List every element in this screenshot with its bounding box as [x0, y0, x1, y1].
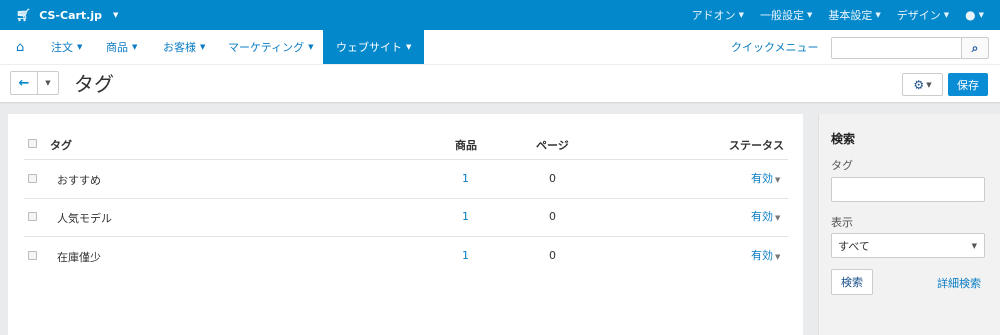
gear-icon: ⚙	[913, 77, 925, 92]
chevron-down-icon: ▼	[738, 11, 744, 19]
nav-customers[interactable]: お客様 ▼	[163, 30, 205, 64]
advanced-search-link[interactable]: 詳細検索	[937, 275, 981, 291]
arrow-left-icon: ←	[18, 75, 30, 91]
row-checkbox[interactable]	[28, 212, 37, 221]
products-count-link[interactable]: 1	[462, 210, 469, 223]
status-dropdown[interactable]: 有効 ▼	[751, 208, 780, 224]
chevron-down-icon: ▼	[775, 176, 781, 184]
chevron-down-icon: ▼	[45, 79, 51, 87]
main-nav: ⌂ 注文 ▼ 商品 ▼ お客様 ▼ マーケティング ▼ ウェブサイト ▼ クイックメニュー…	[0, 30, 1000, 64]
topmenu-addons-label: アドオン	[691, 9, 736, 22]
chevron-down-icon: ▼	[926, 80, 932, 89]
nav-website-label: ウェブサイト	[336, 41, 402, 54]
nav-marketing[interactable]: マーケティング ▼	[228, 30, 314, 64]
topmenu-basic-settings[interactable]: 基本設定 ▼	[828, 7, 880, 23]
settings-dropdown-button[interactable]: ⚙ ▼	[902, 73, 943, 96]
search-button[interactable]: ⌕	[961, 37, 989, 59]
header-status[interactable]: ステータス	[729, 137, 784, 153]
chevron-down-icon: ▼	[875, 11, 881, 19]
user-menu[interactable]: ● ▼	[965, 8, 984, 22]
user-icon: ●	[965, 8, 976, 22]
topmenu-general-label: 一般設定	[759, 9, 804, 22]
tag-label: タグ	[831, 159, 853, 172]
page-title: タグ	[74, 72, 114, 96]
sidebar-heading: 検索	[831, 132, 856, 146]
nav-marketing-label: マーケティング	[228, 41, 305, 54]
home-icon[interactable]: ⌂	[16, 30, 24, 64]
table-row: 人気モデル 1 0 有効 ▼	[24, 199, 788, 237]
chevron-down-icon: ▼	[132, 43, 138, 51]
tag-name: 人気モデル	[57, 212, 112, 225]
status-label: 有効	[751, 172, 773, 185]
row-checkbox[interactable]	[28, 174, 37, 183]
header-pages[interactable]: ページ	[536, 137, 569, 153]
chevron-down-icon: ▼	[77, 43, 83, 51]
topmenu-design-label: デザイン	[896, 9, 941, 22]
search-input[interactable]	[831, 37, 961, 59]
chevron-down-icon: ▼	[806, 11, 813, 19]
tag-name: 在庫僅少	[57, 251, 101, 264]
brand-label: CS-Cart.jp	[39, 8, 103, 22]
display-select[interactable]: すべて ▼	[831, 233, 985, 258]
nav-orders-label: 注文	[51, 41, 73, 54]
pages-count: 0	[549, 210, 556, 223]
back-button[interactable]: ←	[10, 71, 38, 95]
chevron-down-icon: ▼	[943, 11, 950, 19]
tags-table: タグ 商品 ページ ステータス おすすめ 1 0 有効 ▼ 人気モデル 1 0 有…	[8, 114, 803, 335]
status-dropdown[interactable]: 有効 ▼	[751, 170, 780, 186]
nav-products[interactable]: 商品 ▼	[106, 30, 137, 64]
table-header: タグ 商品 ページ ステータス	[24, 134, 788, 160]
table-row: 在庫僅少 1 0 有効 ▼	[24, 237, 788, 277]
cart-icon: 🛒︎	[16, 8, 32, 22]
search-icon: ⌕	[971, 40, 979, 55]
tag-name: おすすめ	[57, 174, 101, 187]
save-button[interactable]: 保存	[948, 73, 988, 96]
select-all-checkbox[interactable]	[28, 139, 37, 148]
history-dropdown-button[interactable]: ▼	[37, 71, 59, 95]
status-label: 有効	[751, 249, 773, 262]
chevron-down-icon: ▼	[775, 214, 781, 222]
status-label: 有効	[751, 210, 773, 223]
nav-products-label: 商品	[106, 41, 128, 54]
title-bar: ← ▼ タグ ⚙ ▼ 保存	[0, 64, 1000, 102]
topmenu-design[interactable]: デザイン ▼	[897, 7, 949, 23]
pages-count: 0	[549, 249, 556, 262]
top-bar: 🛒︎ CS-Cart.jp ▼ アドオン ▼ 一般設定 ▼ 基本設定 ▼ デザイン ▼ ●…	[0, 0, 1000, 30]
chevron-down-icon: ▼	[971, 241, 977, 250]
status-dropdown[interactable]: 有効 ▼	[751, 247, 780, 263]
tag-search-input[interactable]	[831, 177, 985, 202]
table-row: おすすめ 1 0 有効 ▼	[24, 160, 788, 199]
chevron-down-icon: ▼	[200, 43, 206, 51]
chevron-down-icon: ▼	[406, 43, 412, 51]
topmenu-basic-label: 基本設定	[828, 9, 873, 22]
nav-orders[interactable]: 注文 ▼	[51, 30, 82, 64]
display-select-value: すべて	[838, 239, 870, 253]
brand-menu[interactable]: 🛒︎ CS-Cart.jp ▼	[16, 0, 118, 30]
chevron-down-icon: ▼	[775, 253, 781, 261]
chevron-down-icon: ▼	[308, 43, 314, 51]
products-count-link[interactable]: 1	[462, 172, 469, 185]
search-sidebar: 検索 タグ 表示 すべて ▼ 検索 詳細検索	[818, 114, 1000, 335]
header-products[interactable]: 商品	[455, 137, 477, 153]
top-menu: アドオン ▼ 一般設定 ▼ 基本設定 ▼ デザイン ▼ ● ▼	[676, 0, 984, 30]
chevron-down-icon: ▼	[978, 11, 984, 19]
header-tag[interactable]: タグ	[50, 137, 72, 153]
pages-count: 0	[549, 172, 556, 185]
products-count-link[interactable]: 1	[462, 249, 469, 262]
topmenu-addons[interactable]: アドオン ▼	[692, 7, 744, 23]
row-checkbox[interactable]	[28, 251, 37, 260]
display-label: 表示	[831, 216, 853, 229]
chevron-down-icon: ▼	[113, 11, 119, 19]
sidebar-search-button[interactable]: 検索	[831, 269, 873, 295]
nav-customers-label: お客様	[163, 41, 196, 54]
nav-website[interactable]: ウェブサイト ▼	[323, 30, 425, 64]
quick-menu-link[interactable]: クイックメニュー	[731, 30, 819, 64]
topmenu-general-settings[interactable]: 一般設定 ▼	[760, 7, 812, 23]
